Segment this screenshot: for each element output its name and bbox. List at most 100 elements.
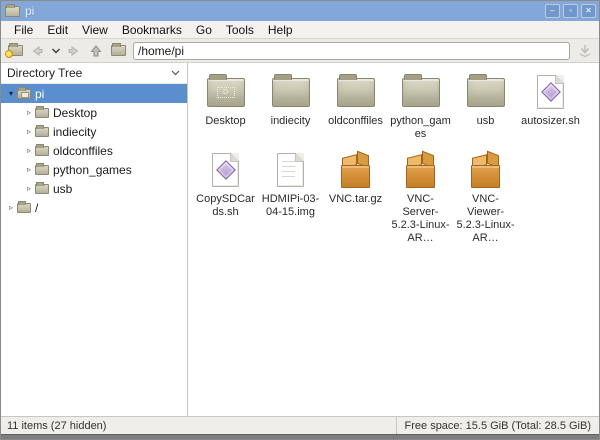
file-item-autosizer-sh[interactable]: autosizer.sh [519, 69, 582, 130]
file-item-indiecity[interactable]: indiecity [259, 69, 322, 130]
archive-package-icon [403, 152, 439, 188]
up-button[interactable] [86, 41, 106, 61]
file-item-python-games[interactable]: python_games [389, 69, 452, 143]
menu-edit[interactable]: Edit [40, 22, 75, 38]
file-item-oldconffiles[interactable]: oldconffiles [324, 69, 387, 130]
arrow-up-icon [88, 43, 104, 59]
tree-item-oldconffiles[interactable]: ▹ oldconffiles [1, 141, 187, 160]
folder-icon [467, 78, 505, 107]
expander-closed-icon[interactable]: ▹ [5, 203, 17, 212]
menubar: File Edit View Bookmarks Go Tools Help [1, 21, 599, 39]
menu-help[interactable]: Help [261, 22, 300, 38]
file-label: indiecity [271, 115, 311, 128]
folder-icon [35, 146, 49, 156]
file-item-vnc-server[interactable]: VNC-Server-5.2.3-Linux-AR… [389, 147, 452, 247]
home-button[interactable] [108, 41, 128, 61]
folder-icon [17, 203, 31, 213]
tree-item-label: usb [53, 182, 72, 196]
tree-item-root[interactable]: ▹ / [1, 198, 187, 217]
arrow-right-icon [66, 43, 82, 59]
menu-file[interactable]: File [7, 22, 40, 38]
new-tab-button[interactable] [5, 41, 25, 61]
file-manager-window: pi – ▫ ✕ File Edit View Bookmarks Go Too… [0, 0, 600, 440]
window-folder-icon [5, 6, 20, 17]
file-item-desktop[interactable]: D Desktop [194, 69, 257, 130]
expander-closed-icon[interactable]: ▹ [23, 184, 35, 193]
page-fold-icon [231, 153, 239, 161]
file-label: autosizer.sh [521, 115, 580, 128]
back-button[interactable] [27, 41, 47, 61]
file-label: HDMIPi-03-04-15.img [260, 193, 321, 219]
new-tab-folder-icon [8, 45, 23, 56]
item-count-status: 11 items (27 hidden) [1, 420, 396, 432]
script-diamond-icon [541, 82, 561, 102]
statusbar: 11 items (27 hidden) Free space: 15.5 Gi… [1, 416, 599, 434]
tree-item-python-games[interactable]: ▹ python_games [1, 160, 187, 179]
free-space-status: Free space: 15.5 GiB (Total: 28.5 GiB) [396, 417, 599, 434]
menu-bookmarks[interactable]: Bookmarks [115, 22, 189, 38]
folder-icon [35, 108, 49, 118]
file-label: oldconffiles [328, 115, 383, 128]
forward-button[interactable] [64, 41, 84, 61]
text-lines-icon [282, 161, 295, 179]
tree-item-desktop[interactable]: ▹ Desktop [1, 103, 187, 122]
file-item-usb[interactable]: usb [454, 69, 517, 130]
chevron-down-icon [51, 47, 61, 55]
desktop-folder-icon: D [207, 78, 245, 107]
menu-go[interactable]: Go [189, 22, 219, 38]
expander-closed-icon[interactable]: ▹ [23, 108, 35, 117]
new-star-icon [5, 50, 13, 58]
file-icon-view: D Desktop indiecity oldconffiles python_… [188, 63, 599, 416]
close-button[interactable]: ✕ [581, 4, 596, 18]
sidebar-header: Directory Tree [1, 63, 187, 84]
file-item-hdmipi-img[interactable]: HDMIPi-03-04-15.img [259, 147, 322, 221]
expander-open-icon[interactable]: ▾ [5, 89, 17, 98]
tree-item-label: / [35, 201, 38, 215]
tree-item-label: python_games [53, 163, 132, 177]
file-label: python_games [390, 115, 451, 141]
file-item-vnc-tar-gz[interactable]: VNC.tar.gz [324, 147, 387, 208]
menu-tools[interactable]: Tools [219, 22, 261, 38]
expander-closed-icon[interactable]: ▹ [23, 146, 35, 155]
file-grid: D Desktop indiecity oldconffiles python_… [193, 67, 595, 249]
file-label: VNC-Server-5.2.3-Linux-AR… [390, 193, 451, 245]
window-title: pi [25, 4, 542, 18]
tree-item-usb[interactable]: ▹ usb [1, 179, 187, 198]
minimize-button[interactable]: – [545, 4, 560, 18]
package-box-icon [406, 165, 435, 188]
package-box-icon [471, 165, 500, 188]
file-label: VNC-Viewer-5.2.3-Linux-AR… [455, 193, 516, 245]
file-item-vnc-viewer[interactable]: VNC-Viewer-5.2.3-Linux-AR… [454, 147, 517, 247]
path-input[interactable] [133, 42, 570, 60]
sidebar-mode-chevron-icon[interactable] [170, 69, 181, 77]
folder-icon [272, 78, 310, 107]
jump-to-button[interactable] [575, 41, 595, 61]
page-fold-icon [296, 153, 304, 161]
window-bottom-border [1, 434, 599, 439]
arrow-left-icon [29, 43, 45, 59]
expander-closed-icon[interactable]: ▹ [23, 165, 35, 174]
titlebar: pi – ▫ ✕ [1, 1, 599, 21]
history-dropdown-button[interactable] [49, 41, 62, 61]
jump-to-icon [577, 43, 593, 59]
tree-item-label: pi [35, 87, 44, 101]
content-area: Directory Tree ▾ pi ▹ Desktop ▹ [1, 63, 599, 416]
shell-script-icon [537, 75, 564, 109]
toolbar [1, 39, 599, 63]
maximize-button[interactable]: ▫ [563, 4, 578, 18]
file-label: CopySDCards.sh [195, 193, 256, 219]
folder-icon [35, 127, 49, 137]
desktop-emblem-icon: D [217, 87, 235, 98]
tree-item-pi[interactable]: ▾ pi [1, 84, 187, 103]
archive-package-icon [338, 152, 374, 188]
expander-closed-icon[interactable]: ▹ [23, 127, 35, 136]
page-fold-icon [556, 75, 564, 83]
home-folder-icon [111, 45, 126, 56]
file-label: usb [477, 115, 495, 128]
menu-view[interactable]: View [75, 22, 115, 38]
file-item-copysdcards-sh[interactable]: CopySDCards.sh [194, 147, 257, 221]
tree-item-indiecity[interactable]: ▹ indiecity [1, 122, 187, 141]
tree-item-label: indiecity [53, 125, 96, 139]
tree-item-label: Desktop [53, 106, 97, 120]
tree-item-label: oldconffiles [53, 144, 113, 158]
